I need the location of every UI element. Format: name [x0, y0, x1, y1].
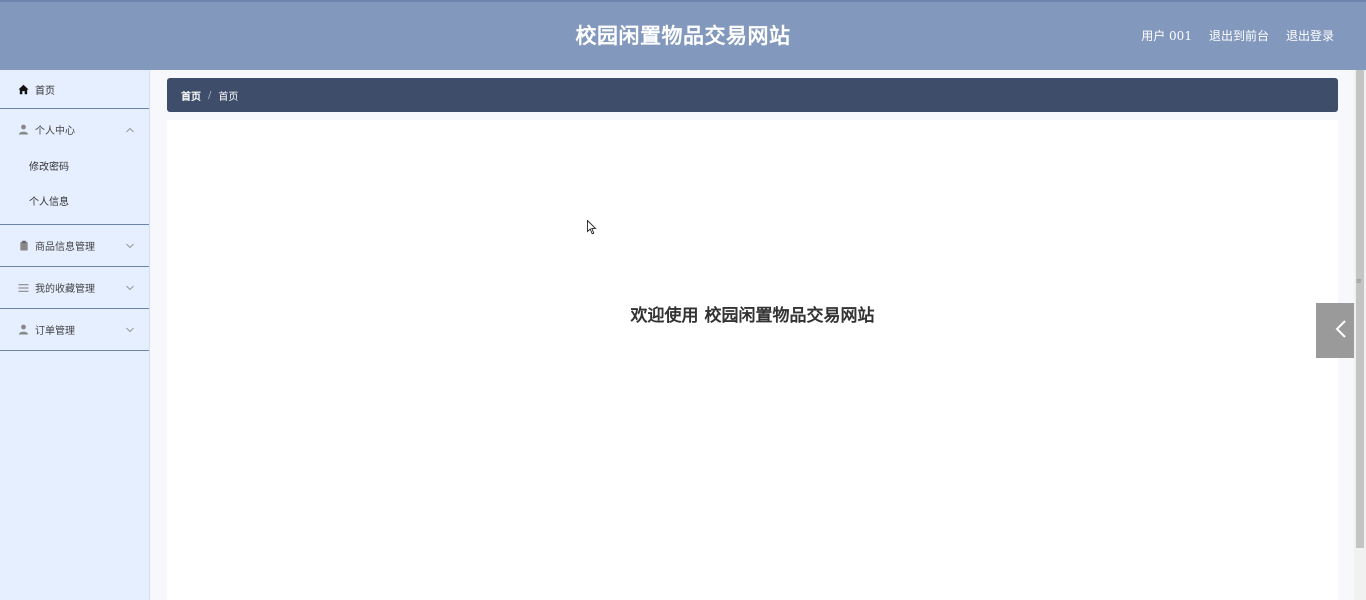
sidebar-item-order-management[interactable]: 订单管理: [0, 309, 149, 350]
sidebar-item-product-management[interactable]: 商品信息管理: [0, 225, 149, 266]
welcome-message: 欢迎使用 校园闲置物品交易网站: [630, 306, 875, 326]
sidebar-item-label: 个人中心: [35, 126, 75, 137]
main-content: 首页 / 首页 欢迎使用 校园闲置物品交易网站: [150, 70, 1354, 600]
sidebar-item-label: 我的收藏管理: [35, 284, 95, 295]
username-link[interactable]: 用户 001: [1141, 27, 1192, 44]
sidebar-item-personal-center[interactable]: 个人中心: [0, 109, 149, 150]
exit-to-frontend-link[interactable]: 退出到前台: [1209, 27, 1269, 44]
breadcrumb: 首页 / 首页: [167, 78, 1338, 112]
breadcrumb-separator: /: [208, 89, 212, 101]
vertical-scrollbar[interactable]: ≡: [1354, 70, 1366, 600]
user-icon: [17, 323, 30, 336]
scrollbar-thumb[interactable]: [1356, 70, 1364, 548]
breadcrumb-current: 首页: [218, 91, 239, 103]
chevron-up-icon: [126, 124, 134, 135]
home-icon: [17, 83, 30, 96]
chevron-left-icon: [1335, 319, 1347, 343]
header-links: 用户 001 退出到前台 退出登录: [1141, 27, 1334, 44]
sidebar-item-home[interactable]: 首页: [0, 70, 149, 109]
list-icon: [17, 281, 30, 294]
chevron-down-icon: [126, 324, 134, 335]
clipboard-icon: [17, 239, 30, 252]
sidebar-item-change-password[interactable]: 修改密码: [0, 150, 149, 185]
sidebar-item-label: 订单管理: [35, 326, 75, 337]
chevron-down-icon: [126, 240, 134, 251]
top-header: 校园闲置物品交易网站 用户 001 退出到前台 退出登录: [0, 0, 1366, 70]
personal-center-submenu: 修改密码 个人信息: [0, 150, 149, 225]
mouse-cursor-icon: [587, 219, 597, 239]
sidebar-item-favorites-management[interactable]: 我的收藏管理: [0, 267, 149, 308]
user-icon: [17, 123, 30, 136]
sidebar-item-label: 商品信息管理: [35, 242, 95, 253]
logout-link[interactable]: 退出登录: [1286, 27, 1334, 44]
sidebar: 首页 个人中心 修改密码 个人信息 商品信息管理 我的收藏管理 订单管理: [0, 70, 150, 600]
sidebar-item-personal-info[interactable]: 个人信息: [0, 185, 149, 220]
breadcrumb-root[interactable]: 首页: [181, 88, 201, 103]
grip-icon: ≡: [1356, 277, 1362, 285]
sidebar-item-label: 首页: [35, 85, 55, 97]
chevron-down-icon: [126, 282, 134, 293]
content-card: 欢迎使用 校园闲置物品交易网站: [167, 120, 1338, 600]
